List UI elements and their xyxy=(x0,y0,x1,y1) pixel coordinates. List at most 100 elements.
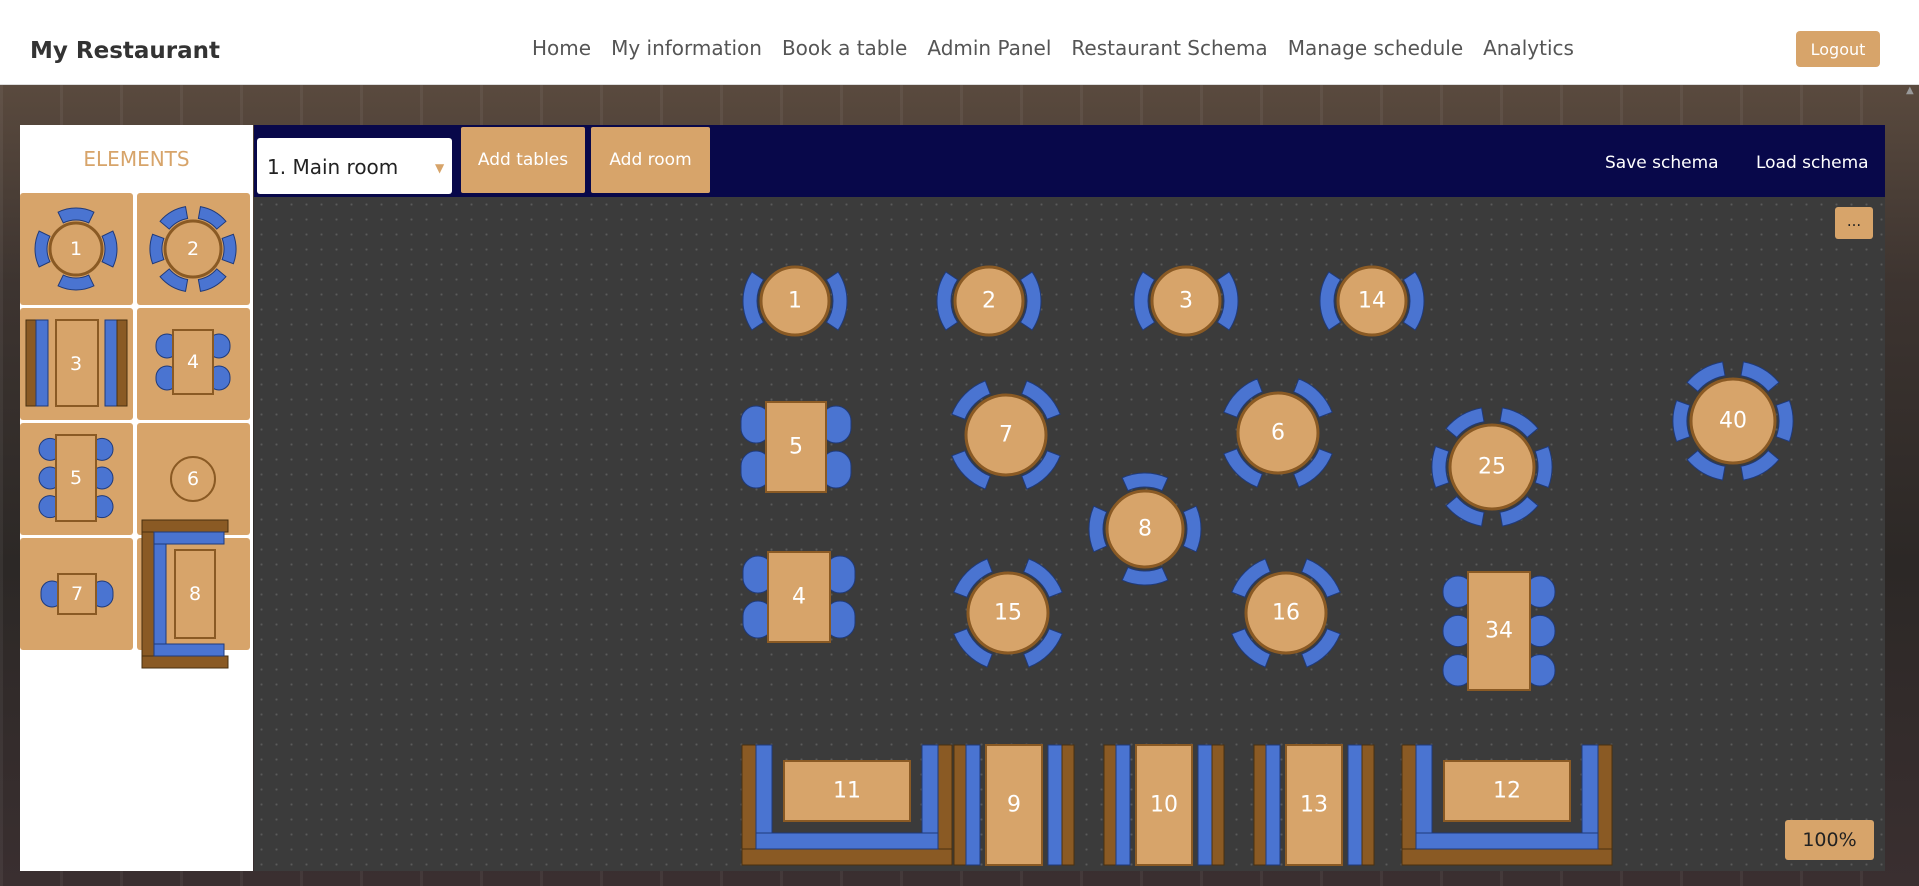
nav-my-information[interactable]: My information xyxy=(611,36,762,60)
table-number: 7 xyxy=(71,583,83,605)
element-tile-4[interactable]: 4 xyxy=(137,308,250,420)
table-12[interactable]: 12 xyxy=(1401,744,1613,866)
bench-back xyxy=(741,848,953,866)
table-number: 1 xyxy=(788,289,802,314)
nav-restaurant-schema[interactable]: Restaurant Schema xyxy=(1071,36,1267,60)
chair xyxy=(1121,566,1169,586)
table-number: 8 xyxy=(1138,517,1152,542)
table-number: 13 xyxy=(1300,793,1328,818)
bench-back xyxy=(1103,744,1117,866)
bench-seat xyxy=(1047,744,1063,866)
bench-back xyxy=(1253,744,1267,866)
tile-preview: 2 xyxy=(149,206,237,292)
tile-preview: 8 xyxy=(141,519,229,669)
table-number: 9 xyxy=(1007,793,1021,818)
chair xyxy=(1431,445,1450,489)
table-6[interactable]: 6 xyxy=(1223,378,1333,488)
chair xyxy=(57,207,95,224)
element-tile-6[interactable]: 6 xyxy=(137,423,250,535)
table-40[interactable]: 40 xyxy=(1672,361,1794,481)
nav-analytics[interactable]: Analytics xyxy=(1483,36,1574,60)
bench-seat xyxy=(1197,744,1213,866)
brand-title: My Restaurant xyxy=(30,38,221,64)
table-8[interactable]: 8 xyxy=(1088,472,1202,586)
bench-seat xyxy=(153,531,167,657)
table-number: 40 xyxy=(1719,409,1747,434)
table-15[interactable]: 15 xyxy=(953,558,1063,668)
logout-button[interactable]: Logout xyxy=(1796,31,1880,67)
element-tile-1[interactable]: 1 xyxy=(20,193,133,305)
bench-seat xyxy=(1265,744,1281,866)
table-5[interactable]: 5 xyxy=(740,401,852,493)
bench-back xyxy=(141,655,229,669)
room-select[interactable]: 1. Main room ▼ xyxy=(257,138,452,194)
table-number: 2 xyxy=(982,289,996,314)
floor-plan: 1 2 3 14547158616253440119 10 1312 xyxy=(740,265,1794,866)
editor-toolbar: 1. Main room ▼ Add tables Add room Save … xyxy=(254,125,1885,197)
table-2[interactable]: 2 xyxy=(936,265,1042,337)
table-11[interactable]: 11 xyxy=(741,744,953,866)
bench-back xyxy=(1361,744,1375,866)
chair xyxy=(1182,505,1202,553)
table-13[interactable]: 13 xyxy=(1253,744,1375,866)
bench-back xyxy=(116,319,128,407)
table-number: 7 xyxy=(999,423,1013,448)
bench-back xyxy=(741,744,757,866)
table-7[interactable]: 7 xyxy=(951,380,1061,490)
table-3[interactable]: 3 xyxy=(1133,265,1239,337)
load-schema-button[interactable]: Load schema xyxy=(1756,153,1869,173)
zoom-level-button[interactable]: 100% xyxy=(1785,820,1874,860)
table-4[interactable]: 4 xyxy=(742,551,856,643)
room-select-value: 1. Main room xyxy=(267,155,399,179)
element-tile-7[interactable]: 7 xyxy=(20,538,133,650)
table-number: 14 xyxy=(1358,289,1386,314)
table-number: 1 xyxy=(70,238,82,260)
element-tile-8[interactable]: 8 xyxy=(137,519,250,669)
table-1[interactable]: 1 xyxy=(742,265,848,337)
chair xyxy=(1121,472,1169,492)
bench-back xyxy=(937,744,953,866)
bench-seat xyxy=(35,319,49,407)
table-number: 5 xyxy=(70,467,82,489)
bench-seat xyxy=(1347,744,1363,866)
nav-manage-schedule[interactable]: Manage schedule xyxy=(1288,36,1463,60)
table-number: 4 xyxy=(187,351,199,373)
bench-back xyxy=(1401,848,1613,866)
nav-admin-panel[interactable]: Admin Panel xyxy=(927,36,1051,60)
add-tables-button[interactable]: Add tables xyxy=(461,127,585,193)
chair xyxy=(57,274,95,291)
nav-home[interactable]: Home xyxy=(532,36,591,60)
chevron-down-icon: ▼ xyxy=(435,161,445,175)
table-number: 2 xyxy=(187,238,199,260)
floor-canvas[interactable]: 1 2 3 14 5 4 7 15 8 6 16 25 34 40 11 9 10 13 12 ... 100% xyxy=(254,197,1885,871)
table-number: 10 xyxy=(1150,793,1178,818)
bench-back xyxy=(953,744,967,866)
chair xyxy=(1672,399,1691,443)
add-room-button[interactable]: Add room xyxy=(591,127,710,193)
table-number: 25 xyxy=(1478,455,1506,480)
table-number: 34 xyxy=(1485,619,1513,644)
table-25[interactable]: 25 xyxy=(1431,407,1553,527)
table-34[interactable]: 34 xyxy=(1442,571,1556,691)
bench-seat xyxy=(965,744,981,866)
bench-seat xyxy=(1115,744,1131,866)
table-16[interactable]: 16 xyxy=(1231,558,1341,668)
save-schema-button[interactable]: Save schema xyxy=(1605,153,1719,173)
scroll-up-arrow-icon[interactable]: ▲ xyxy=(1906,85,1914,96)
chair xyxy=(149,233,165,265)
table-9[interactable]: 9 xyxy=(953,744,1075,866)
element-tile-2[interactable]: 2 xyxy=(137,193,250,305)
nav-book-a-table[interactable]: Book a table xyxy=(782,36,907,60)
element-tile-5[interactable]: 5 xyxy=(20,423,133,535)
table-14[interactable]: 14 xyxy=(1319,265,1425,337)
more-options-button[interactable]: ... xyxy=(1835,207,1873,239)
bench-seat xyxy=(153,531,225,545)
element-tile-3[interactable]: 3 xyxy=(20,308,133,420)
table-10[interactable]: 10 xyxy=(1103,744,1225,866)
bench-back xyxy=(141,519,155,669)
bench-back xyxy=(25,319,37,407)
elements-title: ELEMENTS xyxy=(83,147,190,171)
main-nav: Home My information Book a table Admin P… xyxy=(532,36,1574,60)
elements-sidebar: ELEMENTS 1 2 3 4 5 6 7 8 xyxy=(20,125,253,871)
table-number: 3 xyxy=(1179,289,1193,314)
